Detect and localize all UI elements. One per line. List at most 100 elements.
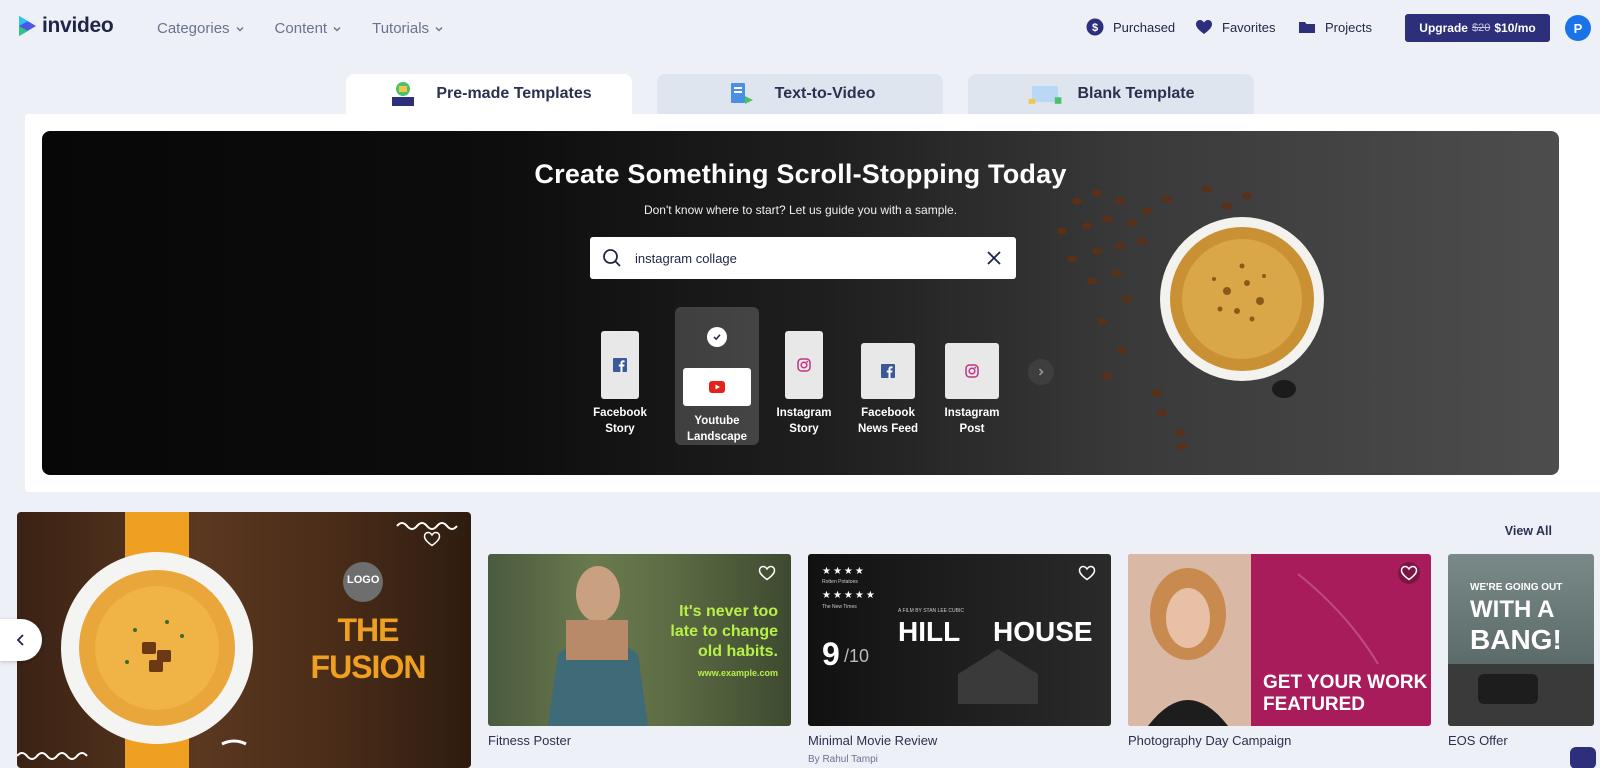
nav-menu: Categories Content Tutorials [157, 20, 444, 37]
view-all-link[interactable]: View All [1505, 524, 1552, 538]
chevron-down-icon [333, 26, 341, 31]
clear-search-icon[interactable] [986, 250, 1002, 266]
svg-text:$: $ [1092, 22, 1098, 34]
review-source-1: Rotten Potatoes [822, 579, 858, 585]
format-facebook-story[interactable]: Facebook Story [583, 331, 657, 441]
chevron-left-icon [16, 634, 24, 646]
template-card-eos-offer[interactable]: WE'RE GOING OUT WITH A BANG! [1448, 554, 1594, 726]
format-label-line1: Facebook [861, 407, 915, 419]
format-facebook-news-feed[interactable]: Facebook News Feed [851, 343, 925, 441]
nav-categories-label: Categories [157, 20, 230, 37]
folder-icon [1299, 22, 1315, 33]
purchased-label: Purchased [1113, 19, 1176, 35]
coffee-cup-illustration [1057, 185, 1324, 450]
format-preview [601, 331, 639, 399]
heart-outline-icon [1078, 565, 1096, 581]
format-label-line2: Story [789, 423, 819, 435]
template-author: By Rahul Tampi [808, 754, 878, 765]
search-box [590, 237, 1016, 279]
tab-text-to-video[interactable]: Text-to-Video [657, 74, 943, 114]
upgrade-label: Upgrade [1419, 21, 1468, 35]
tab-text-to-video-label: Text-to-Video [774, 85, 876, 102]
invideo-logo-icon [19, 16, 36, 36]
search-input[interactable] [635, 247, 965, 269]
instagram-icon [797, 358, 811, 372]
eos-line: WITH A [1470, 596, 1555, 623]
format-youtube-landscape[interactable]: Youtube Landscape [675, 307, 759, 445]
format-preview [683, 368, 751, 406]
eos-line: WE'RE GOING OUT [1470, 582, 1563, 593]
instagram-icon [965, 364, 979, 378]
heart-outline-icon [758, 565, 776, 581]
format-label: Facebook Story [575, 405, 665, 437]
favorite-button[interactable] [421, 528, 443, 550]
upgrade-price: $10/mo [1494, 21, 1536, 35]
upgrade-button[interactable]: Upgrade $20 $10/mo [1405, 14, 1550, 42]
review-score: 9 [822, 636, 840, 672]
format-label-line1: Facebook [593, 407, 647, 419]
review-score-max: /10 [844, 646, 870, 666]
template-title: Minimal Movie Review [808, 733, 938, 748]
chat-support-button[interactable] [1570, 747, 1596, 768]
facebook-icon [613, 358, 627, 372]
nav-tutorials-label: Tutorials [372, 20, 430, 37]
template-title: Fitness Poster [488, 733, 572, 748]
eos-line: BANG! [1470, 624, 1562, 655]
favorites-link[interactable]: Favorites [1195, 18, 1275, 36]
house-silhouette [958, 649, 1038, 704]
top-navigation: invideo Categories Content Tutorials $ P… [0, 0, 1600, 58]
favorite-button[interactable] [1398, 562, 1420, 584]
format-instagram-post[interactable]: Instagram Post [935, 343, 1009, 441]
tab-blank-template-label: Blank Template [1077, 85, 1195, 102]
purchased-link[interactable]: $ Purchased [1086, 18, 1175, 36]
format-label-line2: Landscape [686, 431, 748, 443]
projects-link[interactable]: Projects [1298, 18, 1372, 36]
invideo-logo[interactable]: invideo [16, 13, 114, 39]
tab-blank-template[interactable]: Blank Template [968, 74, 1254, 114]
format-label-line2: Story [605, 423, 635, 435]
text-to-video-illustration-icon [730, 83, 753, 104]
template-title: Photography Day Campaign [1128, 733, 1292, 748]
format-instagram-story[interactable]: Instagram Story [767, 331, 841, 441]
format-preview [861, 343, 915, 399]
user-avatar[interactable]: P [1565, 15, 1591, 41]
brand-name: invideo [42, 14, 114, 37]
search-icon [603, 249, 621, 267]
template-title: EOS Offer [1448, 733, 1508, 748]
favorite-button[interactable] [756, 562, 778, 584]
format-label-line2: News Feed [857, 423, 919, 435]
favorite-button[interactable] [1076, 562, 1098, 584]
nav-content[interactable]: Content [275, 20, 343, 37]
featured-template-the-fusion[interactable]: LOGO THE FUSION [17, 512, 471, 768]
facebook-icon [881, 364, 895, 378]
fitness-poster-text: It's never too late to change old habits… [638, 602, 778, 662]
featured-logo-text: LOGO [347, 574, 380, 586]
templates-illustration-icon [392, 82, 415, 106]
fitness-poster-line: It's never too [679, 603, 778, 620]
format-label: Instagram Story [759, 405, 849, 437]
dollar-circle-icon: $ [1086, 18, 1104, 36]
tab-pre-made-templates-label: Pre-made Templates [436, 85, 592, 102]
tab-pre-made-templates[interactable]: Pre-made Templates [346, 74, 632, 114]
carousel-prev-button[interactable] [0, 619, 42, 661]
fitness-poster-line: old habits. [698, 643, 778, 660]
nav-categories[interactable]: Categories [157, 20, 245, 37]
heart-outline-icon [423, 531, 441, 547]
template-card-photography-day[interactable]: GET YOUR WORK FEATURED [1128, 554, 1431, 726]
hero-banner: Create Something Scroll-Stopping Today D… [42, 131, 1559, 475]
upgrade-old-price: $20 [1471, 22, 1491, 34]
nav-tutorials[interactable]: Tutorials [372, 20, 444, 37]
chevron-down-icon [236, 26, 244, 31]
template-card-fitness-poster[interactable]: It's never too late to change old habits… [488, 554, 791, 726]
photography-line: FEATURED [1263, 694, 1366, 715]
fitness-poster-url: www.example.com [697, 668, 778, 678]
format-label: Youtube Landscape [672, 413, 762, 445]
format-label-line1: Instagram [776, 407, 832, 419]
heart-outline-icon [1400, 565, 1418, 581]
template-card-minimal-movie-review[interactable]: ★★★★ Rotten Potatoes ★★★★★ The New Times… [808, 554, 1111, 726]
youtube-icon [709, 381, 725, 393]
featured-title-text: THE FUSION [310, 612, 427, 685]
format-label: Facebook News Feed [843, 405, 933, 437]
blank-template-illustration-icon [1029, 85, 1062, 104]
heart-icon [1196, 20, 1212, 34]
